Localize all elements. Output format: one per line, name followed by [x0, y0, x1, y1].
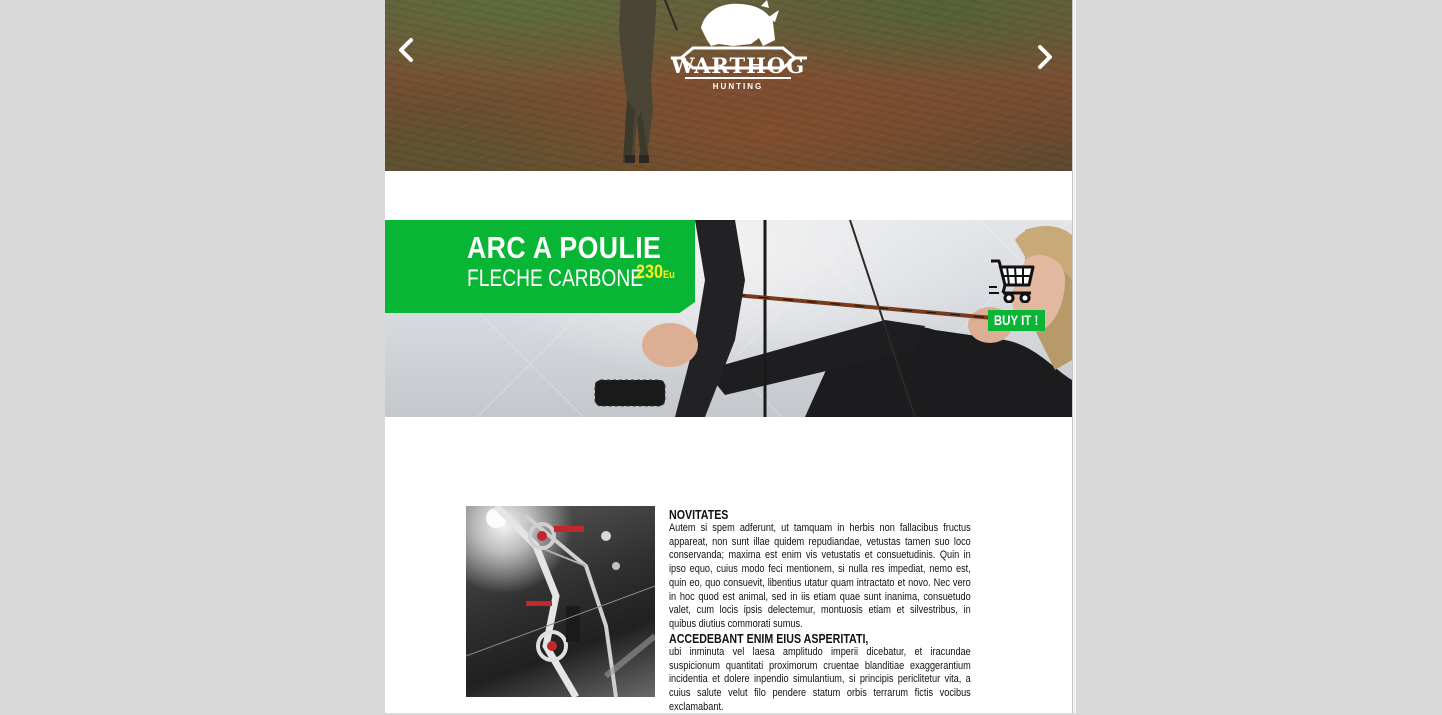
promo-price: 230Eu: [636, 262, 675, 284]
page-scroll-edge: [1072, 0, 1076, 713]
article-section-2: ACCEDEBANT ENIM EIUS ASPERITATI, ubi inm…: [669, 631, 1037, 715]
article-text: NOVITATES Autem si spem adferunt, ut tam…: [669, 507, 971, 713]
slider-next-button[interactable]: [1032, 43, 1058, 73]
logo-text: WARTHOG: [670, 53, 806, 78]
section-title: NOVITATES: [669, 507, 729, 522]
section-body: Autem si spem adferunt, ut tamquam in he…: [669, 522, 971, 630]
chevron-right-icon: [1038, 45, 1052, 69]
compound-bow-illustration: [466, 506, 655, 697]
promo-badge: ARC A POULIE FLECHE CARBONE 230Eu: [385, 220, 695, 313]
chevron-left-icon: [399, 38, 413, 62]
promo-subtitle: FLECHE CARBONE: [467, 265, 644, 292]
buy-button-label: BUY IT !: [994, 312, 1039, 328]
price-value: 230: [636, 262, 663, 283]
promo-banner: ARC A POULIE FLECHE CARBONE 230Eu BUY IT…: [385, 220, 1072, 417]
hero-slider: WARTHOG HUNTING: [385, 0, 1072, 171]
logo-subtext: HUNTING: [712, 82, 764, 91]
buy-button[interactable]: BUY IT !: [988, 310, 1045, 331]
section-body: ubi inminuta vel laesa amplitudo imperii…: [669, 646, 971, 713]
article-section-1: NOVITATES Autem si spem adferunt, ut tam…: [669, 507, 971, 632]
section-title: ACCEDEBANT ENIM EIUS ASPERITATI,: [669, 631, 869, 646]
page: WARTHOG HUNTING ARC A POULIE FLECHE CARB…: [385, 0, 1072, 713]
slider-prev-button[interactable]: [393, 36, 419, 66]
shopping-cart-icon[interactable]: [989, 255, 1035, 303]
price-currency: Eu: [662, 269, 675, 281]
warthog-logo: WARTHOG HUNTING: [663, 0, 813, 98]
compound-bow-image: [466, 506, 655, 697]
promo-title: ARC A POULIE: [467, 230, 662, 265]
